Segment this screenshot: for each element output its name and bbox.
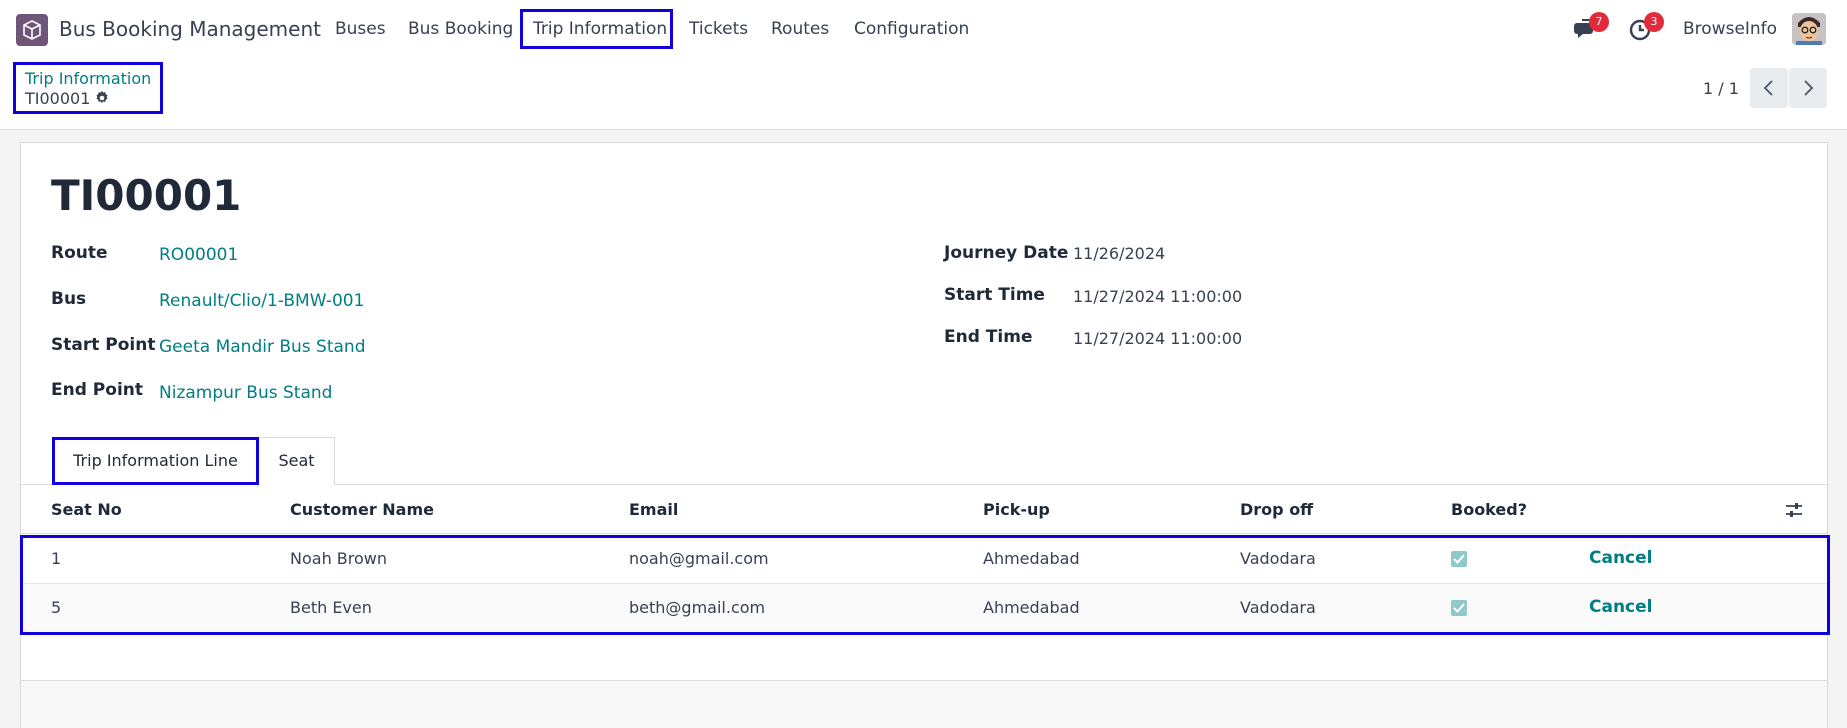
- end-time-field[interactable]: 11/27/2024 11:00:00: [1073, 329, 1242, 348]
- tab-trip-information-line-label: Trip Information Line: [73, 451, 238, 470]
- end-point-field[interactable]: Nizampur Bus Stand: [159, 383, 332, 403]
- end-point-label: End Point: [51, 380, 143, 400]
- bus-field[interactable]: Renault/Clio/1-BMW-001: [159, 291, 364, 311]
- gear-icon[interactable]: [94, 90, 110, 106]
- start-point-label: Start Point: [51, 335, 156, 355]
- user-name[interactable]: BrowseInfo: [1683, 19, 1777, 39]
- pager-value[interactable]: 1 / 1: [1703, 79, 1739, 98]
- bus-label: Bus: [51, 289, 87, 309]
- column-header-customer-name[interactable]: Customer Name: [290, 500, 434, 519]
- pager-next-button[interactable]: [1789, 68, 1827, 108]
- column-header-pickup[interactable]: Pick-up: [983, 500, 1050, 519]
- form-sheet: [20, 142, 1828, 728]
- nav-item-bus-booking[interactable]: Bus Booking: [408, 19, 513, 39]
- column-header-email[interactable]: Email: [629, 500, 678, 519]
- table-header-divider: [20, 533, 1828, 534]
- tab-seat[interactable]: Seat: [258, 437, 335, 485]
- start-time-field[interactable]: 11/27/2024 11:00:00: [1073, 287, 1242, 306]
- pager-previous-button[interactable]: [1750, 68, 1788, 108]
- app-logo-icon[interactable]: [16, 14, 48, 46]
- nav-item-routes[interactable]: Routes: [771, 19, 829, 39]
- journey-date-label: Journey Date: [944, 243, 1069, 263]
- optional-columns-icon[interactable]: [1785, 501, 1803, 519]
- nav-item-configuration[interactable]: Configuration: [854, 19, 969, 39]
- journey-date-field[interactable]: 11/26/2024: [1073, 244, 1165, 263]
- record-title: TI00001: [51, 171, 242, 220]
- column-header-booked[interactable]: Booked?: [1451, 500, 1527, 519]
- end-time-label: End Time: [944, 327, 1033, 347]
- column-header-drop-off[interactable]: Drop off: [1240, 500, 1313, 519]
- breadcrumb-parent-link[interactable]: Trip Information: [25, 69, 151, 88]
- nav-item-buses[interactable]: Buses: [335, 19, 386, 39]
- route-field[interactable]: RO00001: [159, 245, 238, 265]
- column-header-seat-no[interactable]: Seat No: [51, 500, 122, 519]
- control-panel: [0, 58, 1847, 130]
- rows-highlight: [20, 535, 1830, 635]
- nav-item-tickets[interactable]: Tickets: [689, 19, 748, 39]
- start-time-label: Start Time: [944, 285, 1045, 305]
- app-name[interactable]: Bus Booking Management: [59, 17, 321, 41]
- active-nav-highlight: [520, 9, 673, 49]
- tab-trip-information-line[interactable]: Trip Information Line: [52, 437, 259, 485]
- table-footer: [21, 681, 1827, 728]
- avatar[interactable]: [1792, 13, 1826, 45]
- activity-count-badge: 3: [1644, 12, 1664, 32]
- route-label: Route: [51, 243, 108, 263]
- start-point-field[interactable]: Geeta Mandir Bus Stand: [159, 337, 365, 357]
- breadcrumb-current: TI00001: [25, 89, 91, 108]
- tab-seat-label: Seat: [278, 451, 315, 470]
- messages-count-badge: 7: [1589, 12, 1609, 32]
